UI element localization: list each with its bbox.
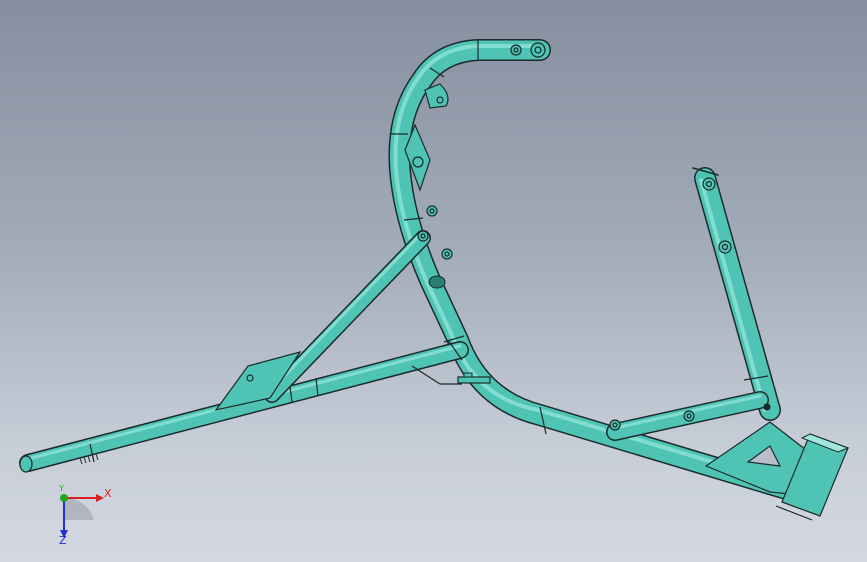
axis-triad-graphic <box>60 494 104 538</box>
front-long-tube[interactable] <box>19 341 469 472</box>
graphics-viewport[interactable]: X Y Z <box>0 0 867 562</box>
y-axis-dot <box>60 494 68 502</box>
axis-triad[interactable]: X Y Z <box>44 480 124 550</box>
rear-upright-tube[interactable] <box>692 167 781 421</box>
x-axis-label: X <box>104 487 112 500</box>
3d-model-view[interactable] <box>0 0 867 562</box>
y-axis-label: Y <box>59 484 64 493</box>
front-tube-end <box>19 455 33 473</box>
tube-slot <box>428 275 446 289</box>
z-axis-label: Z <box>59 534 67 547</box>
